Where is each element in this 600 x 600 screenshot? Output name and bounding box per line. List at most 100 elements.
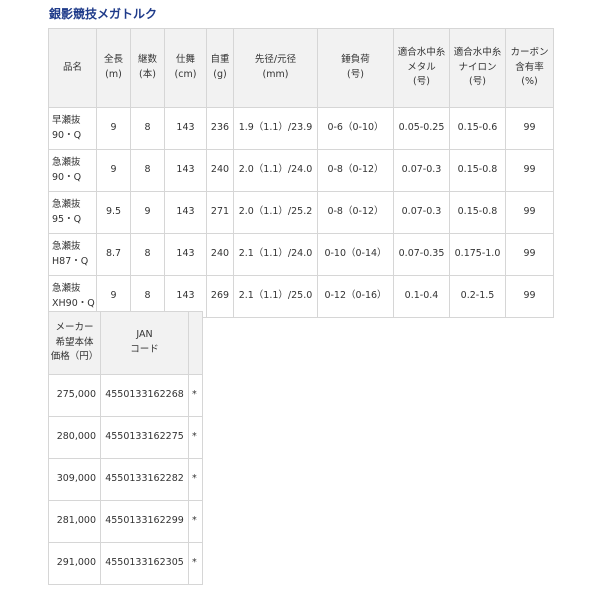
header-diameter-unit: (mm) [262,69,289,80]
spec-table-header: 品名 全長 (m) 継数 (本) 仕舞 (cm) 自重 (g) 先径/元径 (mm) 錘負… [48,28,554,108]
jan-code-cell: 4550133162305 [100,542,189,585]
product-name-cell: 急瀬抜 95・Q [48,191,97,234]
header-closed: 仕舞 (cm) [164,28,207,108]
nylon-cell: 0.175-1.0 [449,233,506,276]
carbon-cell: 99 [505,107,554,150]
price-table-body: 275,000 4550133162268 * 280,000 455013316227… [48,374,203,585]
header-diameter: 先径/元径 (mm) [233,28,318,108]
nylon-cell: 0.2-1.5 [449,275,506,318]
pieces-cell: 8 [130,107,165,150]
jan-code-cell: 4550133162268 [100,374,189,417]
price-cell: 291,000 [48,542,101,585]
header-pieces-label: 継数 [137,54,157,66]
product-name-cell: 早瀬抜 90・Q [48,107,97,150]
price-cell: 309,000 [48,458,101,501]
header-pieces: 継数 (本) [130,28,165,108]
header-carbon-unit: (%) [521,76,538,88]
header-pieces-unit: (本) [139,69,156,80]
header-jan: JAN コード [100,311,189,375]
nylon-cell: 0.15-0.8 [449,191,506,234]
note-cell: * [188,458,203,501]
header-jan-line1: JAN [136,329,153,341]
pieces-cell: 8 [130,149,165,192]
weight-cell: 271 [206,191,234,234]
diameter-cell: 1.9（1.1）/23.9 [233,107,318,150]
product-name: 早瀬抜 [52,114,81,126]
header-metal-sub: メタル [407,61,436,73]
table-row: 309,000 4550133162282 * [48,458,203,501]
weight-cell: 269 [206,275,234,318]
product-name: 急瀬抜 [52,240,81,252]
header-weight-unit: (g) [213,69,227,80]
metal-cell: 0.1-0.4 [393,275,450,318]
sinker-cell: 0-8（0-12） [317,191,394,234]
price-cell: 281,000 [48,500,101,543]
jan-code-cell: 4550133162282 [100,458,189,501]
header-closed-unit: (cm) [174,69,197,80]
header-metal-unit: (号) [413,76,430,88]
header-name-label: 品名 [62,61,82,73]
header-sinker-label: 錘負荷 [341,54,370,66]
nylon-cell: 0.15-0.8 [449,149,506,192]
carbon-cell: 99 [505,191,554,234]
product-model: 95・Q [52,213,82,225]
header-diameter-label: 先径/元径 [254,54,297,66]
pieces-cell: 9 [130,191,165,234]
header-metal-label: 適合水中糸 [397,46,446,58]
product-name-cell: 急瀬抜 90・Q [48,149,97,192]
sinker-cell: 0-10（0-14） [317,233,394,276]
header-price-line2: 希望本体 [55,336,94,348]
jan-code-cell: 4550133162275 [100,416,189,459]
carbon-cell: 99 [505,275,554,318]
header-carbon-label: カーボン [510,46,549,58]
closed-cell: 143 [164,191,207,234]
header-price: メーカー 希望本体 価格（円） [48,311,101,375]
header-note [188,311,203,375]
table-row: 早瀬抜 90・Q 9 8 143 236 1.9（1.1）/23.9 0-6（0-10） 0.0… [48,107,554,150]
weight-cell: 240 [206,233,234,276]
product-model: XH90・Q [52,297,95,309]
table-row: 急瀬抜 95・Q 9.5 9 143 271 2.0（1.1）/25.2 0-8（0-12） 0… [48,191,554,234]
page-title: 銀影競技メガトルク [49,7,158,21]
product-model: H87・Q [52,255,89,267]
product-name: 急瀬抜 [52,282,81,294]
spec-table-body: 早瀬抜 90・Q 9 8 143 236 1.9（1.1）/23.9 0-6（0-10） 0.0… [48,107,554,318]
header-metal: 適合水中糸メタル (号) [393,28,450,108]
length-cell: 8.7 [96,233,131,276]
metal-cell: 0.07-0.3 [393,191,450,234]
diameter-cell: 2.0（1.1）/25.2 [233,191,318,234]
closed-cell: 143 [164,233,207,276]
price-cell: 275,000 [48,374,101,417]
header-carbon: カーボン 含有率 (%) [505,28,554,108]
price-cell: 280,000 [48,416,101,459]
note-cell: * [188,374,203,417]
sinker-cell: 0-6（0-10） [317,107,394,150]
closed-cell: 143 [164,149,207,192]
header-jan-line2: コード [130,344,159,355]
diameter-cell: 2.0（1.1）/24.0 [233,149,318,192]
header-length: 全長 (m) [96,28,131,108]
header-nylon-unit: (号) [469,76,486,88]
length-cell: 9.5 [96,191,131,234]
diameter-cell: 2.1（1.1）/25.0 [233,275,318,318]
weight-cell: 240 [206,149,234,192]
header-length-label: 全長 [103,54,123,66]
header-nylon: 適合水中糸 ナイロン (号) [449,28,506,108]
table-row: 275,000 4550133162268 * [48,374,203,417]
table-row: 280,000 4550133162275 * [48,416,203,459]
note-cell: * [188,416,203,459]
header-sinker: 錘負荷 (号) [317,28,394,108]
price-table: メーカー 希望本体 価格（円） JAN コード 275,000 455013316226… [48,311,203,585]
metal-cell: 0.07-0.3 [393,149,450,192]
header-closed-label: 仕舞 [175,54,195,66]
header-length-unit: (m) [105,69,122,80]
note-cell: * [188,542,203,585]
closed-cell: 143 [164,107,207,150]
product-model: 90・Q [52,129,82,141]
length-cell: 9 [96,149,131,192]
carbon-cell: 99 [505,149,554,192]
table-row: 281,000 4550133162299 * [48,500,203,543]
header-name: 品名 [48,28,97,108]
sinker-cell: 0-8（0-12） [317,149,394,192]
header-weight: 自重 (g) [206,28,234,108]
